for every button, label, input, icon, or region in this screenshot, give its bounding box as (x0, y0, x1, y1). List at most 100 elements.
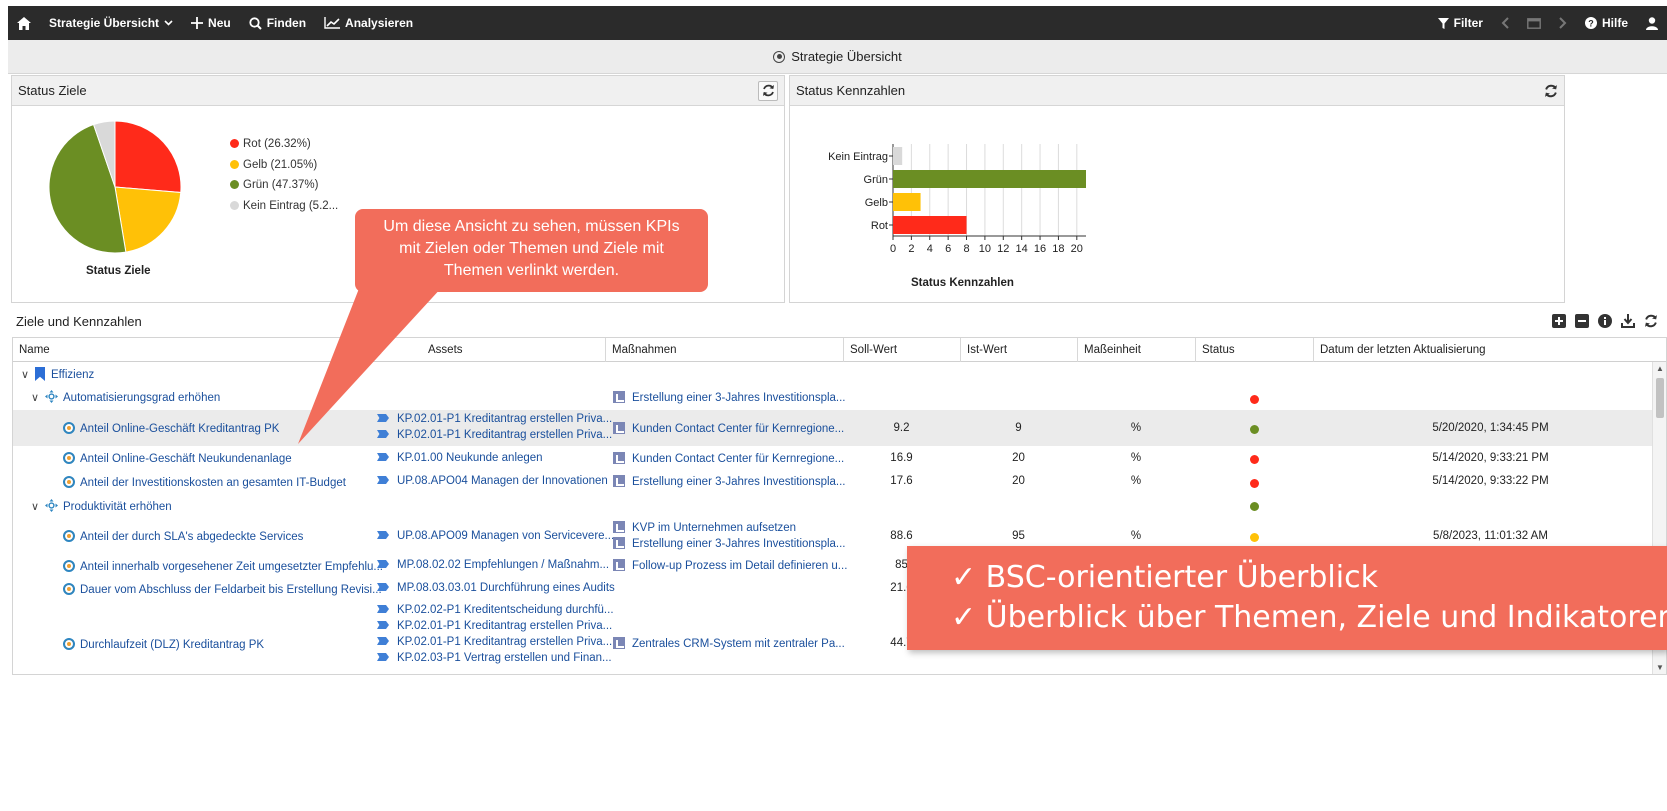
goals-kpis-title: Ziele und Kennzahlen (16, 314, 142, 329)
bar-kein-eintrag[interactable] (893, 147, 903, 165)
row-name: ∨ Produktivität erhöhen (31, 499, 172, 513)
forward-button[interactable] (1550, 6, 1576, 40)
status-dot-red (1250, 395, 1259, 404)
tree-row-kpi[interactable]: Anteil Online-Geschäft Kreditantrag PK K… (13, 410, 1653, 446)
status-goals-caption: Status Ziele (86, 265, 151, 277)
asset-label: UP.08.APO04 Managen der Innovationen (397, 475, 608, 487)
measure-label: Erstellung einer 3-Jahres Investitionspl… (632, 538, 846, 550)
grid-refresh-button[interactable] (1642, 312, 1659, 329)
radio-selected-icon (773, 50, 786, 63)
measure-label: Follow-up Prozess im Detail definieren u… (632, 560, 848, 572)
chevron-down-icon[interactable]: ∨ (21, 368, 35, 381)
x-tick-label: 6 (945, 243, 951, 255)
legend-item-gelb[interactable]: Gelb (21.05%) (230, 155, 338, 176)
top-navigation-bar: Strategie Übersicht Neu Finden Analysier… (8, 6, 1667, 40)
home-button[interactable] (8, 6, 40, 40)
x-tick-label: 10 (979, 243, 991, 255)
plus-icon (191, 17, 204, 29)
asset-link[interactable]: MP.08.03.03.01 Durchführung eines Audits (377, 582, 615, 594)
info-button[interactable] (1596, 312, 1613, 329)
y-tick-label: Grün (864, 174, 888, 186)
measure-link[interactable]: Follow-up Prozess im Detail definieren u… (613, 559, 847, 572)
expand-all-button[interactable] (1550, 312, 1567, 329)
bar-rot[interactable] (893, 216, 967, 234)
kpi-label[interactable]: Anteil innerhalb vorgesehener Zeit umges… (80, 561, 383, 573)
tree-row-goal[interactable]: ∨ Produktivität erhöhen (13, 494, 1653, 518)
tree-row-goal[interactable]: ∨ Automatisierungsgrad erhöhen Erstellung… (13, 386, 1653, 410)
asset-link[interactable]: MP.08.02.02 Empfehlungen / Maßnahm... (377, 559, 609, 571)
bar-grün[interactable] (893, 170, 1086, 188)
status-goals-refresh-button[interactable] (758, 80, 778, 101)
asset-link[interactable]: KP.01.00 Neukunde anlegen (377, 452, 543, 464)
measure-link[interactable]: KVP im Unternehmen aufsetzen (613, 521, 796, 534)
row-name: Anteil Online-Geschäft Kreditantrag PK (63, 422, 279, 435)
legend-item-rot[interactable]: Rot (26.32%) (230, 134, 338, 155)
asset-link[interactable]: KP.02.03-P1 Vertrag erstellen und Finan.… (377, 652, 612, 664)
measure-link[interactable]: Zentrales CRM-System mit zentraler Pa... (613, 637, 845, 650)
scrollbar-thumb[interactable] (1656, 378, 1664, 418)
strategy-overview-menu[interactable]: Strategie Übersicht (40, 6, 182, 40)
strategy-overview-menu-label: Strategie Übersicht (49, 16, 160, 30)
measure-link[interactable]: Kunden Contact Center für Kernregione... (613, 422, 844, 435)
find-button[interactable]: Finden (240, 6, 315, 40)
scroll-up-icon[interactable]: ▲ (1656, 364, 1664, 373)
kpi-label[interactable]: Anteil der durch SLA's abgedeckte Servic… (80, 531, 303, 543)
y-tick-label: Rot (871, 220, 888, 232)
chevron-down-icon[interactable]: ∨ (31, 391, 45, 404)
tree-row-theme[interactable]: ∨ Effizienz (13, 362, 1653, 386)
legend-dot-grey (230, 200, 239, 210)
help-button[interactable]: ? Hilfe (1576, 6, 1637, 40)
asset-link[interactable]: KP.02.01-P1 Kreditantrag erstellen Priva… (377, 620, 612, 632)
measure-link[interactable]: Erstellung einer 3-Jahres Investitionspl… (613, 537, 846, 550)
measure-icon (613, 521, 625, 533)
pie-slice-rot[interactable] (114, 120, 182, 194)
window-button[interactable] (1518, 6, 1550, 40)
kpi-icon (63, 560, 75, 572)
asset-link[interactable]: KP.02.02-P1 Kreditentscheidung durchfü..… (377, 604, 614, 616)
process-arrow-icon (377, 453, 389, 461)
bar-gelb[interactable] (893, 193, 921, 211)
kpi-label[interactable]: Anteil der Investitionskosten an gesamte… (80, 477, 346, 489)
measure-link[interactable]: Erstellung einer 3-Jahres Investitionspl… (613, 475, 846, 488)
line-chart-icon (324, 17, 341, 29)
kpi-label[interactable]: Anteil Online-Geschäft Kreditantrag PK (80, 423, 279, 435)
status-dot-red (1250, 479, 1259, 488)
column-header-unit[interactable]: Maßeinheit (1077, 338, 1195, 362)
asset-link[interactable]: UP.08.APO04 Managen der Innovationen (377, 475, 608, 487)
user-button[interactable] (1637, 6, 1667, 40)
chevron-down-icon[interactable]: ∨ (31, 500, 45, 513)
kpi-label[interactable]: Dauer vom Abschluss der Feldarbeit bis E… (80, 584, 382, 596)
goal-label: Automatisierungsgrad erhöhen (63, 392, 221, 404)
analyze-button[interactable]: Analysieren (315, 6, 422, 40)
column-header-status[interactable]: Status (1195, 338, 1313, 362)
download-button[interactable] (1619, 312, 1636, 329)
asset-link[interactable]: UP.08.APO09 Managen von Servicevere... (377, 530, 614, 542)
asset-link[interactable]: KP.02.01-P1 Kreditantrag erstellen Priva… (377, 636, 612, 648)
column-header-actual[interactable]: Ist-Wert (960, 338, 1077, 362)
kpi-label[interactable]: Anteil Online-Geschäft Neukundenanlage (80, 453, 292, 465)
tree-row-kpi[interactable]: Anteil Online-Geschäft Neukundenanlage K… (13, 446, 1653, 470)
refresh-icon (762, 84, 774, 97)
column-header-target[interactable]: Soll-Wert (843, 338, 960, 362)
column-header-last-update[interactable]: Datum der letzten Aktualisierung (1313, 338, 1666, 362)
pie-slice-gelb[interactable] (114, 186, 182, 253)
asset-label: KP.02.03-P1 Vertrag erstellen und Finan.… (397, 652, 612, 664)
scroll-down-icon[interactable]: ▼ (1656, 663, 1664, 672)
measure-link[interactable]: Kunden Contact Center für Kernregione... (613, 452, 844, 465)
legend-item-kein-eintrag[interactable]: Kein Eintrag (5.2... (230, 196, 338, 217)
tree-row-kpi[interactable]: Anteil der Investitionskosten an gesamte… (13, 470, 1653, 494)
status-kpis-refresh-button[interactable] (1544, 84, 1558, 98)
kpi-label[interactable]: Durchlaufzeit (DLZ) Kreditantrag PK (80, 639, 264, 651)
row-name: ∨ Automatisierungsgrad erhöhen (31, 390, 220, 404)
legend-item-gruen[interactable]: Grün (47.37%) (230, 175, 338, 196)
new-button[interactable]: Neu (182, 6, 240, 40)
back-button[interactable] (1492, 6, 1518, 40)
status-kpis-header: Status Kennzahlen (790, 76, 1564, 106)
measure-link[interactable]: Erstellung einer 3-Jahres Investitionspl… (613, 391, 846, 404)
collapse-all-button[interactable] (1573, 312, 1590, 329)
column-header-measures[interactable]: Maßnahmen (605, 338, 843, 362)
hint-callout: Um diese Ansicht zu sehen, müssen KPIs m… (355, 209, 708, 292)
process-arrow-icon (377, 560, 389, 568)
x-tick-label: 2 (908, 243, 914, 255)
filter-button[interactable]: Filter (1429, 6, 1492, 40)
